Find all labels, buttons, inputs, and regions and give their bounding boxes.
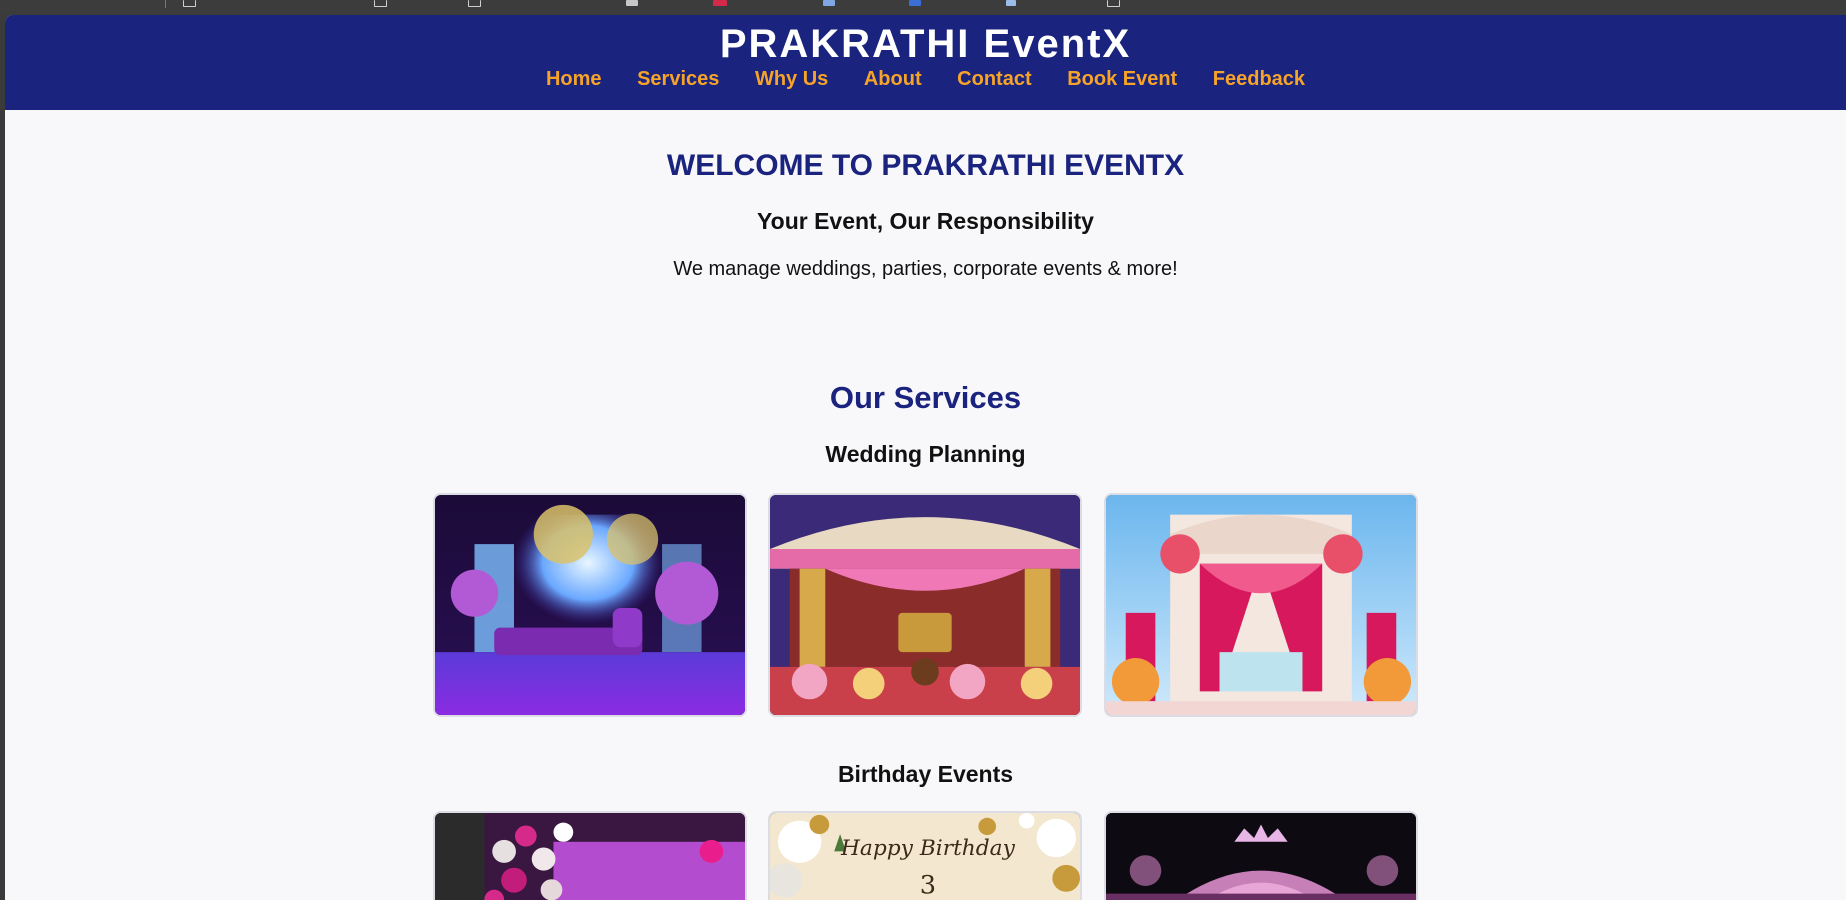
bookmark-page-icon[interactable] [374, 0, 387, 7]
browser-bookmarks-bar [0, 0, 1846, 15]
bookmark-page-icon[interactable] [468, 0, 481, 7]
bookmark-favicon[interactable] [1006, 0, 1016, 6]
intro-text: We manage weddings, parties, corporate e… [673, 258, 1178, 280]
birthday-photo-2: Happy Birthday 3 [768, 811, 1082, 900]
web-page: PRAKRATHI EventX Home Services Why Us Ab… [5, 15, 1846, 900]
bookmark-favicon[interactable] [626, 0, 638, 6]
bookmark-separator [165, 0, 166, 8]
nav-why-us-link[interactable]: Why Us [755, 67, 828, 91]
bookmark-page-icon[interactable] [1107, 0, 1120, 7]
birthday-photo-3 [1104, 811, 1418, 900]
birthday-banner-number: 3 [920, 871, 936, 900]
nav-about-link[interactable]: About [864, 67, 922, 91]
birthday-events-heading: Birthday Events [837, 761, 1014, 787]
nav-services-link[interactable]: Services [637, 67, 719, 91]
site-header: PRAKRATHI EventX Home Services Why Us Ab… [5, 15, 1846, 110]
wedding-planning-heading: Wedding Planning [825, 441, 1026, 467]
bookmark-page-icon[interactable] [183, 0, 196, 7]
tagline: Your Event, Our Responsibility [757, 208, 1094, 234]
main-nav: Home Services Why Us About Contact Book … [5, 67, 1846, 91]
bookmark-favicon[interactable] [823, 0, 835, 6]
bookmark-favicon[interactable] [713, 0, 727, 6]
nav-home-link[interactable]: Home [546, 67, 602, 91]
nav-contact-link[interactable]: Contact [957, 67, 1031, 91]
site-title: PRAKRATHI EventX [719, 22, 1132, 66]
nav-book-event-link[interactable]: Book Event [1067, 67, 1177, 91]
wedding-photo-3 [1104, 493, 1418, 717]
wedding-photo-2 [768, 493, 1082, 717]
welcome-heading: WELCOME TO PRAKRATHI EVENTX [666, 149, 1185, 182]
nav-feedback-link[interactable]: Feedback [1213, 67, 1305, 91]
services-heading: Our Services [829, 380, 1022, 415]
wedding-photo-1 [433, 493, 747, 717]
birthday-banner-text: Happy Birthday [840, 837, 1016, 862]
birthday-photo-1 [433, 811, 747, 900]
bookmark-favicon[interactable] [909, 0, 921, 6]
